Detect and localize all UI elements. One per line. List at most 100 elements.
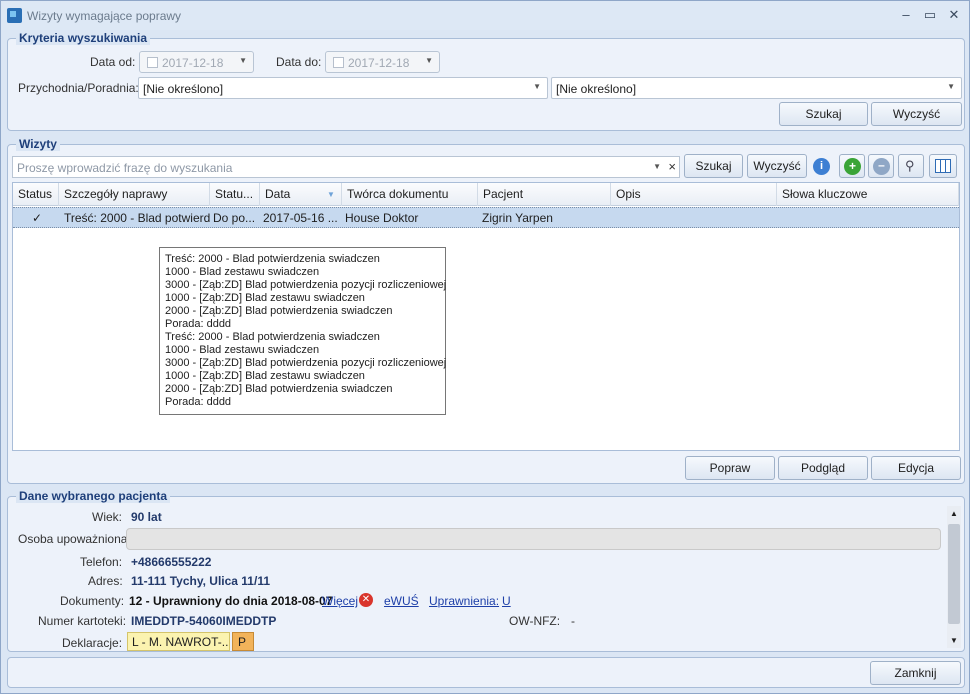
row-author: House Doktor (345, 211, 419, 225)
tooltip-line: 2000 - [Ząb:ZD] Blad potwierdzenia swiad… (165, 305, 393, 317)
col-desc[interactable]: Opis (611, 183, 777, 206)
clear-search-icon[interactable]: × (668, 159, 676, 174)
row-date: 2017-05-16 ... (263, 211, 338, 225)
phone-value: +48666555222 (131, 555, 212, 569)
date-from-checkbox[interactable] (147, 57, 158, 68)
documents-value: 12 - Uprawniony do dnia 2018-08-07 (129, 594, 333, 608)
criteria-clear-button[interactable]: Wyczyść (871, 102, 962, 126)
permissions-link[interactable]: Uprawnienia: (429, 594, 499, 608)
fix-button[interactable]: Popraw (685, 456, 775, 480)
maximize-icon[interactable]: ▭ (920, 6, 940, 24)
visits-clear-button[interactable]: Wyczyść (747, 154, 807, 178)
tooltip-line: Porada: dddd (165, 396, 232, 408)
remove-button[interactable]: – (868, 154, 894, 178)
preview-button[interactable]: Podgląd (778, 456, 868, 480)
criteria-search-button[interactable]: Szukaj (779, 102, 868, 126)
scroll-up-icon[interactable]: ▲ (950, 509, 958, 518)
scroll-down-icon[interactable]: ▼ (950, 636, 958, 645)
more-link[interactable]: Więcej (322, 594, 358, 608)
tooltip-line: 1000 - Blad zestawu swiadczen (165, 344, 320, 356)
magnifier-icon: ⚲ (905, 158, 915, 173)
col-status2[interactable]: Statu... (210, 183, 260, 206)
main-window: Wizyty wymagające poprawy – ▭ ✕ Kryteria… (0, 0, 970, 694)
visits-search-input[interactable]: Proszę wprowadzić frazę do wyszukania ▼ … (12, 156, 680, 178)
phone-label: Telefon: (80, 555, 123, 569)
grid-icon (935, 159, 951, 173)
close-button[interactable]: Zamknij (870, 661, 961, 685)
permissions-value-link[interactable]: U (502, 594, 511, 608)
col-keywords[interactable]: Słowa kluczowe (777, 183, 959, 206)
ownfz-value: - (571, 614, 575, 628)
clinic-label: Przychodnia/Poradnia: (18, 81, 139, 95)
col-details[interactable]: Szczegóły naprawy (59, 183, 210, 206)
visits-search-button[interactable]: Szukaj (684, 154, 743, 178)
date-from-field[interactable]: 2017-12-18 ▼ (139, 51, 254, 73)
declarations-label: Deklaracje: (62, 636, 123, 650)
add-icon: + (844, 158, 861, 175)
clinic-select[interactable]: [Nie określono] ▼ (138, 77, 548, 99)
visits-legend: Wizyty (16, 137, 60, 151)
app-icon (7, 8, 22, 23)
chevron-down-icon[interactable]: ▼ (533, 82, 541, 91)
col-status[interactable]: Status (13, 183, 59, 206)
tooltip-line: Treść: 2000 - Blad potwierdzenia swiadcz… (165, 331, 380, 343)
tooltip-line: Treść: 2000 - Blad potwierdzenia swiadcz… (165, 253, 380, 265)
patient-scrollbar[interactable]: ▲ ▼ (947, 506, 961, 648)
documents-label: Dokumenty: (60, 594, 125, 608)
row-status2: Do po... (213, 211, 256, 225)
tooltip-line: 1000 - [Ząb:ZD] Blad zestawu swiadczen (165, 292, 365, 304)
clinic-unit-select[interactable]: [Nie określono] ▼ (551, 77, 962, 99)
col-patient[interactable]: Pacjent (478, 183, 611, 206)
declaration-badge[interactable]: L - M. NAWROT-... (127, 632, 230, 651)
ownfz-label: OW-NFZ: (509, 614, 561, 628)
tooltip-line: 1000 - [Ząb:ZD] Blad zestawu swiadczen (165, 370, 365, 382)
col-author[interactable]: Twórca dokumentu (342, 183, 478, 206)
chevron-down-icon[interactable]: ▼ (239, 56, 247, 65)
minimize-icon[interactable]: – (896, 6, 916, 24)
card-number-label: Numer kartoteki: (38, 614, 127, 628)
age-label: Wiek: (92, 510, 122, 524)
chevron-down-icon[interactable]: ▼ (425, 56, 433, 65)
visits-table: Status Szczegóły naprawy Statu... Data ▼… (12, 182, 960, 451)
row-patient: Zigrin Yarpen (482, 211, 553, 225)
find-button[interactable]: ⚲ (898, 154, 924, 178)
date-from-label: Data od: (90, 55, 136, 69)
remove-icon: – (873, 158, 890, 175)
sort-desc-icon: ▼ (327, 190, 335, 199)
card-number-value: IMEDDTP-54060IMEDDTP (131, 614, 277, 628)
tooltip-line: 2000 - [Ząb:ZD] Blad potwierdzenia swiad… (165, 383, 393, 395)
patient-legend: Dane wybranego pacjenta (16, 489, 171, 503)
address-label: Adres: (88, 574, 123, 588)
address-value: 11-111 Tychy, Ulica 11/11 (131, 574, 271, 588)
ewus-link[interactable]: eWUŚ (384, 594, 419, 608)
chevron-down-icon[interactable]: ▼ (653, 162, 661, 171)
window-title: Wizyty wymagające poprawy (27, 9, 182, 23)
title-bar: Wizyty wymagające poprawy – ▭ ✕ (1, 1, 969, 30)
table-row[interactable]: ✓ Treść: 2000 - Blad potwierd... Do po..… (13, 207, 959, 228)
edit-button[interactable]: Edycja (871, 456, 961, 480)
date-to-checkbox[interactable] (333, 57, 344, 68)
criteria-legend: Kryteria wyszukiwania (16, 31, 151, 45)
age-value: 90 lat (131, 510, 162, 524)
row-status: ✓ (32, 211, 43, 225)
close-icon[interactable]: ✕ (944, 6, 964, 24)
tooltip-line: 1000 - Blad zestawu swiadczen (165, 266, 320, 278)
row-details: Treść: 2000 - Blad potwierd... (64, 211, 210, 225)
chevron-down-icon[interactable]: ▼ (947, 82, 955, 91)
details-tooltip: Treść: 2000 - Blad potwierdzenia swiadcz… (159, 247, 446, 415)
declaration-p-badge[interactable]: P (232, 632, 254, 651)
tooltip-line: 3000 - [Ząb:ZD] Blad potwierdzenia pozyc… (165, 279, 447, 291)
footer-panel (7, 657, 965, 688)
table-header: Status Szczegóły naprawy Statu... Data ▼… (13, 183, 959, 206)
error-icon: ✕ (359, 593, 373, 607)
date-to-field[interactable]: 2017-12-18 ▼ (325, 51, 440, 73)
tooltip-line: Porada: dddd (165, 318, 232, 330)
proxy-field (126, 528, 941, 550)
date-to-label: Data do: (276, 55, 322, 69)
columns-button[interactable] (929, 154, 957, 178)
scroll-thumb[interactable] (948, 524, 960, 624)
add-button[interactable]: + (839, 154, 865, 178)
proxy-label: Osoba upoważniona (18, 532, 128, 546)
tooltip-line: 3000 - [Ząb:ZD] Blad potwierdzenia pozyc… (165, 357, 447, 369)
info-icon[interactable]: i (813, 158, 830, 175)
